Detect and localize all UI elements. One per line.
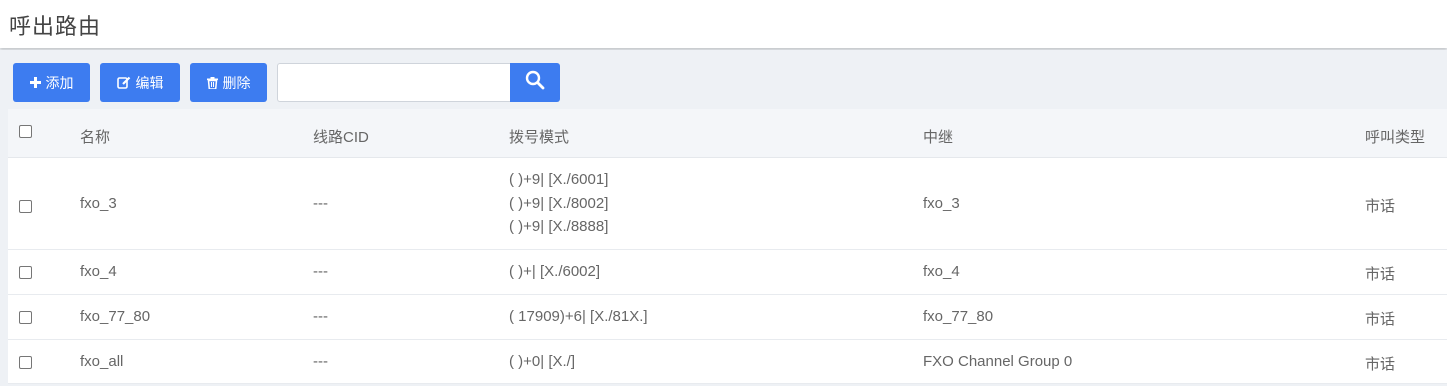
dial-pattern: ( )+| [X./6002] bbox=[509, 263, 601, 280]
toolbar: 添加 编辑 删除 bbox=[0, 50, 1447, 109]
table-row[interactable]: fxo_3 --- ( )+9| [X./6001] ( )+9| [X./80… bbox=[8, 158, 1447, 250]
table-header: 名称 线路CID 拨号模式 中继 呼叫类型 bbox=[8, 109, 1447, 158]
route-cid: --- bbox=[313, 263, 328, 280]
route-trunk: FXO Channel Group 0 bbox=[923, 353, 1073, 370]
dial-pattern: ( )+9| [X./8888] bbox=[509, 218, 609, 235]
route-name: fxo_all bbox=[80, 353, 124, 370]
route-call-type: 市话 bbox=[1365, 356, 1396, 373]
route-name: fxo_4 bbox=[80, 263, 117, 280]
column-header-call-type: 呼叫类型 bbox=[1365, 129, 1426, 146]
delete-button[interactable]: 删除 bbox=[190, 63, 267, 102]
search-icon bbox=[525, 70, 545, 95]
route-trunk: fxo_4 bbox=[923, 263, 960, 280]
row-checkbox[interactable] bbox=[19, 266, 32, 279]
select-all-checkbox[interactable] bbox=[19, 125, 32, 138]
row-checkbox[interactable] bbox=[19, 311, 32, 324]
route-call-type: 市话 bbox=[1365, 198, 1396, 215]
route-name: fxo_77_80 bbox=[80, 308, 151, 325]
route-call-type: 市话 bbox=[1365, 266, 1396, 283]
dial-pattern: ( )+9| [X./8002] bbox=[509, 194, 609, 212]
route-name: fxo_3 bbox=[80, 195, 117, 212]
row-checkbox[interactable] bbox=[19, 200, 32, 213]
page-title: 呼出路由 bbox=[9, 14, 102, 39]
row-checkbox[interactable] bbox=[19, 356, 32, 369]
dial-pattern: ( )+9| [X./6001] bbox=[509, 171, 609, 188]
plus-icon bbox=[29, 77, 41, 88]
table-row[interactable]: fxo_all --- ( )+0| [X./] FXO Channel Gro… bbox=[8, 340, 1447, 384]
delete-button-label: 删除 bbox=[222, 74, 251, 91]
route-cid: --- bbox=[313, 195, 328, 212]
route-cid: --- bbox=[313, 308, 328, 325]
dial-patterns: ( )+9| [X./6001] ( )+9| [X./8002] ( )+9|… bbox=[509, 168, 608, 239]
table-row[interactable]: fxo_4 --- ( )+| [X./6002] fxo_4 市话 bbox=[8, 250, 1447, 295]
trash-icon bbox=[206, 76, 218, 89]
route-call-type: 市话 bbox=[1365, 311, 1396, 328]
page-header: 呼出路由 bbox=[0, 0, 1447, 48]
dial-pattern: ( )+0| [X./] bbox=[509, 353, 575, 370]
route-trunk: fxo_77_80 bbox=[923, 308, 994, 325]
column-header-trunk: 中继 bbox=[923, 129, 954, 146]
column-header-name: 名称 bbox=[80, 129, 111, 146]
routes-table: 名称 线路CID 拨号模式 中继 呼叫类型 fxo_3 --- ( )+9| [… bbox=[8, 109, 1447, 384]
add-button[interactable]: 添加 bbox=[13, 63, 90, 102]
edit-button-label: 编辑 bbox=[135, 74, 164, 91]
column-header-cid: 线路CID bbox=[313, 129, 369, 146]
search-input[interactable] bbox=[277, 63, 510, 102]
route-cid: --- bbox=[313, 353, 328, 370]
add-button-label: 添加 bbox=[45, 74, 74, 91]
edit-icon bbox=[116, 76, 131, 89]
search-button[interactable] bbox=[510, 63, 560, 102]
edit-button[interactable]: 编辑 bbox=[100, 63, 180, 102]
dial-pattern: ( 17909)+6| [X./81X.] bbox=[509, 308, 648, 325]
column-header-pattern: 拨号模式 bbox=[509, 129, 570, 146]
table-row[interactable]: fxo_77_80 --- ( 17909)+6| [X./81X.] fxo_… bbox=[8, 295, 1447, 340]
route-trunk: fxo_3 bbox=[923, 195, 960, 212]
